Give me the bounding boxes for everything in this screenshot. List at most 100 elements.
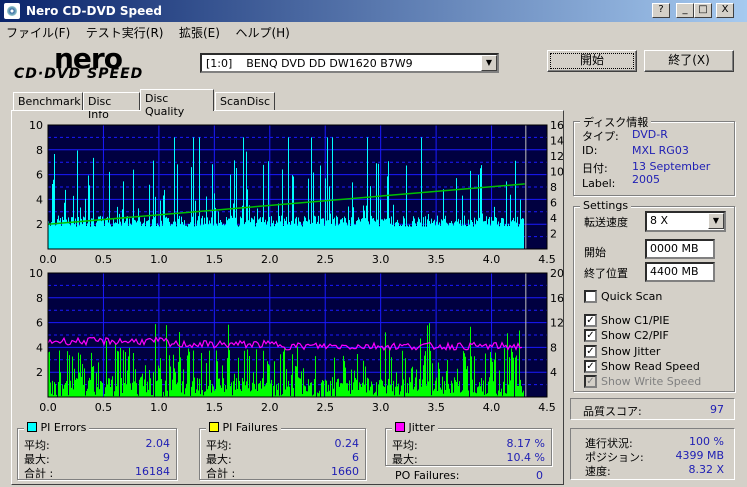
jitter-title-text: Jitter: [408, 421, 435, 434]
y-right-tick-label: 10: [550, 166, 564, 179]
tab-disc-info[interactable]: Disc Info: [83, 92, 140, 121]
y-left-tick-label: 8: [36, 144, 43, 157]
y-right-tick-label: 8: [550, 341, 557, 354]
show-c2-label: Show C2/PIF: [601, 329, 669, 342]
x-tick-label: 4.5: [538, 401, 556, 414]
y-right-tick-label: 14: [550, 135, 564, 148]
x-tick-label: 2.5: [316, 253, 334, 263]
x-tick-label: 1.0: [150, 401, 168, 414]
disc-id-value: MXL RG03: [632, 144, 689, 157]
x-tick-label: 3.5: [427, 401, 445, 414]
tab-benchmark[interactable]: Benchmark: [13, 92, 83, 110]
pi-errors-title: PI Errors: [24, 421, 90, 434]
show-read-speed-checkbox[interactable]: ✓: [584, 360, 597, 373]
progress-position-value: 4399 MB: [675, 449, 724, 462]
x-tick-label: 0.5: [95, 253, 113, 263]
y-right-tick-label: 6: [550, 197, 557, 210]
disc-date-value: 13 September 2005: [632, 160, 711, 186]
tab-scandisc[interactable]: ScanDisc: [215, 92, 275, 110]
y-right-tick-label: 16: [550, 119, 564, 132]
chevron-down-icon[interactable]: ▼: [481, 55, 497, 71]
chevron-down-icon[interactable]: ▼: [708, 213, 724, 229]
window-title: Nero CD-DVD Speed: [26, 4, 162, 18]
progress-speed-label: 速度:: [585, 465, 611, 478]
show-read-speed-label: Show Read Speed: [601, 360, 700, 373]
show-c2-checkbox[interactable]: ✓: [584, 329, 597, 342]
show-jitter-label: Show Jitter: [601, 345, 661, 358]
menu-run-test[interactable]: テスト実行(R): [80, 22, 170, 43]
y-left-tick-label: 2: [36, 218, 43, 231]
y-left-tick-label: 4: [36, 193, 43, 206]
y-left-tick-label: 10: [29, 267, 43, 280]
quick-scan-label: Quick Scan: [601, 290, 663, 303]
pi-errors-total-label: 合計 :: [24, 467, 54, 480]
title-bar: Nero CD-DVD Speed ? _ □ X: [0, 0, 747, 22]
pi-failures-swatch: [209, 422, 219, 432]
jitter-box: Jitter 平均: 8.17 % 最大: 10.4 %: [385, 421, 552, 466]
y-right-tick-label: 20: [550, 267, 564, 280]
minimize-button[interactable]: _: [676, 3, 694, 18]
pi-errors-chart: 0.0 0.5 1.0 1.5 2.0 2.5 3.0 3.5 4.0 4.5 10 8 6 4 2 16 14…: [29, 119, 564, 263]
progress-status-value: 100 %: [689, 435, 724, 448]
jitter-avg: 8.17 %: [506, 437, 545, 450]
menu-extensions[interactable]: 拡張(E): [173, 22, 226, 43]
show-jitter-checkbox[interactable]: ✓: [584, 345, 597, 358]
close-button[interactable]: X: [716, 3, 734, 18]
disc-id-label: ID:: [582, 144, 598, 157]
disc-label-label: Label:: [582, 177, 616, 190]
pi-errors-max: 9: [163, 451, 170, 464]
pi-errors-avg: 2.04: [145, 437, 171, 450]
x-tick-label: 4.5: [538, 253, 556, 263]
x-tick-label: 0.0: [39, 253, 57, 263]
quality-score-panel: 品質スコア: 97: [570, 398, 735, 420]
quality-score-label: 品質スコア:: [583, 405, 642, 418]
maximize-button[interactable]: □: [694, 3, 712, 18]
pie-chart: 0.0 0.5 1.0 1.5 2.0 2.5 3.0 3.5 4.0 4.5 10 8 6 4 2 16 14…: [22, 117, 567, 263]
show-write-speed-label: Show Write Speed: [601, 375, 702, 388]
x-tick-label: 0.0: [39, 401, 57, 414]
pi-failures-avg: 0.24: [334, 437, 360, 450]
pi-failures-total-label: 合計 :: [206, 467, 236, 480]
pi-failures-title-text: PI Failures: [222, 421, 278, 434]
disc-type-label: タイプ:: [582, 130, 619, 143]
drive-select-value: [1:0] BENQ DVD DD DW1620 B7W9: [206, 57, 413, 70]
end-pos-input[interactable]: 4400 MB: [645, 262, 715, 282]
pi-failures-chart: 0.0 0.5 1.0 1.5 2.0 2.5 3.0 3.5 4.0 4.5 10 8 6 4 2 20 16…: [29, 267, 564, 414]
x-tick-label: 0.5: [95, 401, 113, 414]
pi-errors-title-text: PI Errors: [40, 421, 87, 434]
pi-failures-title: PI Failures: [206, 421, 281, 434]
menu-file[interactable]: ファイル(F): [0, 22, 76, 43]
pi-errors-swatch: [27, 422, 37, 432]
speed-select[interactable]: 8 X ▼: [645, 211, 726, 232]
y-left-tick-label: 6: [36, 317, 43, 330]
tab-disc-quality[interactable]: Disc Quality: [140, 89, 214, 118]
settings-box: Settings 転送速度 8 X ▼ 開始 0000 MB 終了位置 4400…: [573, 199, 735, 392]
progress-speed-value: 8.32 X: [688, 463, 724, 476]
pi-errors-box: PI Errors 平均: 2.04 最大: 9 合計 : 16184: [17, 421, 177, 480]
jitter-max: 10.4 %: [506, 451, 545, 464]
x-tick-label: 4.0: [483, 253, 501, 263]
pi-failures-max: 6: [352, 451, 359, 464]
pi-errors-total: 16184: [135, 465, 170, 478]
y-right-tick-label: 8: [550, 181, 557, 194]
po-failures-label: PO Failures:: [395, 469, 460, 482]
speed-label: 転送速度: [584, 216, 628, 229]
quick-scan-checkbox[interactable]: [584, 290, 597, 303]
y-left-tick-label: 10: [29, 119, 43, 132]
exit-button[interactable]: 終了(X): [644, 50, 734, 72]
x-tick-label: 2.0: [261, 253, 279, 263]
pif-chart: 0.0 0.5 1.0 1.5 2.0 2.5 3.0 3.5 4.0 4.5 10 8 6 4 2 20 16…: [22, 265, 567, 415]
drive-select[interactable]: [1:0] BENQ DVD DD DW1620 B7W9 ▼: [200, 53, 499, 73]
menu-help[interactable]: ヘルプ(H): [229, 22, 295, 43]
y-right-tick-label: 12: [550, 317, 564, 330]
x-tick-label: 3.0: [372, 253, 390, 263]
start-pos-value: 0000 MB: [650, 242, 699, 255]
show-c1-checkbox[interactable]: ✓: [584, 314, 597, 327]
disc-type-value: DVD-R: [632, 128, 668, 141]
x-tick-label: 1.5: [206, 401, 224, 414]
start-pos-input[interactable]: 0000 MB: [645, 239, 715, 259]
settings-title: Settings: [580, 199, 632, 212]
show-write-speed-checkbox: ✓: [584, 375, 597, 388]
help-button[interactable]: ?: [652, 3, 670, 18]
start-button[interactable]: 開始: [547, 50, 637, 72]
